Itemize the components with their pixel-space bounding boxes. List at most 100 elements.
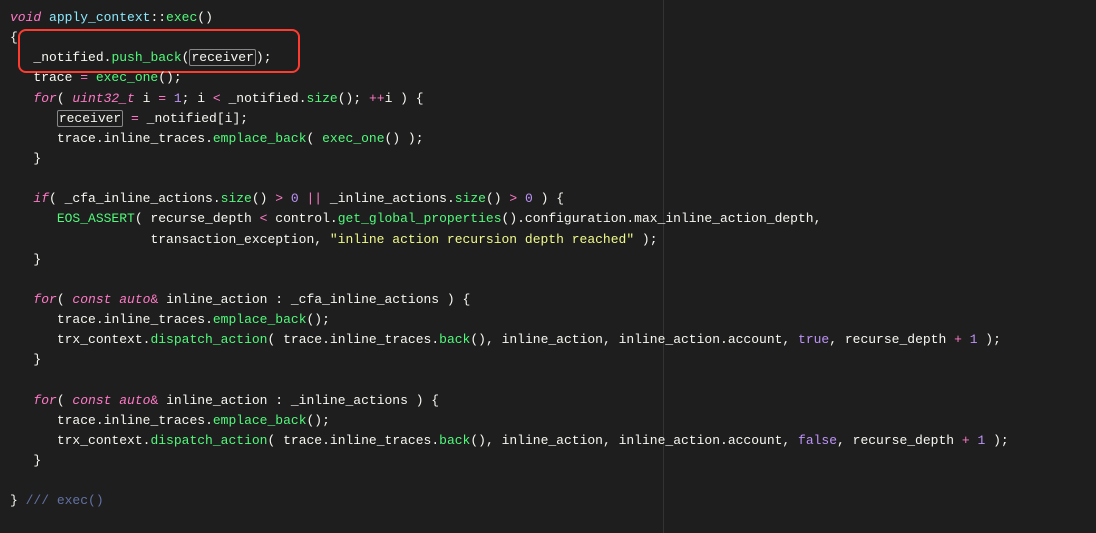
code-token bbox=[10, 292, 33, 307]
code-token: > bbox=[275, 191, 291, 206]
code-token: + bbox=[962, 433, 978, 448]
code-token: inline_action : _inline_actions ) { bbox=[166, 393, 439, 408]
code-token: EOS_ASSERT bbox=[57, 211, 135, 226]
code-token: max_inline_action_depth bbox=[634, 211, 813, 226]
code-token: true bbox=[798, 332, 829, 347]
code-token: . bbox=[330, 211, 338, 226]
code-token: (). bbox=[502, 211, 525, 226]
code-token: receiver bbox=[189, 49, 255, 66]
code-token: (), inline_action, inline_action bbox=[470, 433, 720, 448]
code-token: const bbox=[72, 292, 119, 307]
code-line[interactable]: trace.inline_traces.emplace_back(); bbox=[10, 411, 1086, 431]
code-token: trace bbox=[57, 413, 96, 428]
code-token: ( recurse_depth bbox=[135, 211, 260, 226]
code-token: for bbox=[33, 393, 56, 408]
code-token: ( trace bbox=[267, 332, 322, 347]
code-token: . bbox=[431, 433, 439, 448]
code-token: (); bbox=[338, 91, 369, 106]
code-token: || bbox=[299, 191, 330, 206]
code-line[interactable]: transaction_exception, "inline action re… bbox=[10, 230, 1086, 250]
code-token: () ); bbox=[385, 131, 424, 146]
code-token: , bbox=[814, 211, 822, 226]
code-token: } bbox=[10, 151, 41, 166]
code-token: & bbox=[150, 292, 166, 307]
code-line[interactable]: _notified.push_back(receiver); bbox=[10, 48, 1086, 68]
code-token: account bbox=[728, 433, 783, 448]
code-token bbox=[10, 50, 33, 65]
code-token: push_back bbox=[111, 50, 181, 65]
code-line[interactable]: for( uint32_t i = 1; i < _notified.size(… bbox=[10, 89, 1086, 109]
code-line[interactable]: } /// exec() bbox=[10, 491, 1086, 511]
code-token: account bbox=[728, 332, 783, 347]
code-token: = bbox=[123, 111, 146, 126]
code-token bbox=[10, 111, 57, 126]
code-token: _notified bbox=[229, 91, 299, 106]
code-token bbox=[10, 232, 150, 247]
code-token: exec_one bbox=[322, 131, 384, 146]
code-token: () bbox=[252, 191, 275, 206]
code-line[interactable] bbox=[10, 270, 1086, 290]
code-token: /// exec() bbox=[26, 493, 104, 508]
code-line[interactable] bbox=[10, 169, 1086, 189]
code-token: i ) { bbox=[385, 91, 424, 106]
code-line[interactable]: } bbox=[10, 149, 1086, 169]
code-line[interactable]: EOS_ASSERT( recurse_depth < control.get_… bbox=[10, 209, 1086, 229]
code-token: ( bbox=[307, 131, 323, 146]
code-token: , bbox=[782, 332, 798, 347]
code-token: inline_action : _cfa_inline_actions ) { bbox=[166, 292, 470, 307]
code-line[interactable]: } bbox=[10, 451, 1086, 471]
code-token: . bbox=[447, 191, 455, 206]
code-line[interactable]: } bbox=[10, 350, 1086, 370]
code-line[interactable]: trx_context.dispatch_action( trace.inlin… bbox=[10, 431, 1086, 451]
code-token: trace bbox=[57, 131, 96, 146]
code-token: _notified bbox=[33, 50, 103, 65]
code-token: _inline_actions bbox=[330, 191, 447, 206]
code-line[interactable]: for( const auto& inline_action : _cfa_in… bbox=[10, 290, 1086, 310]
code-token: () bbox=[486, 191, 509, 206]
code-token: 1 bbox=[174, 91, 182, 106]
code-token: ; i bbox=[182, 91, 213, 106]
code-token: trace bbox=[33, 70, 72, 85]
code-token: { bbox=[10, 30, 18, 45]
code-editor-content[interactable]: void apply_context::exec(){ _notified.pu… bbox=[0, 0, 1096, 520]
code-line[interactable]: } bbox=[10, 250, 1086, 270]
code-line[interactable]: trace = exec_one(); bbox=[10, 68, 1086, 88]
code-token: , recurse_depth bbox=[829, 332, 954, 347]
code-token: [i]; bbox=[217, 111, 248, 126]
code-line[interactable]: for( const auto& inline_action : _inline… bbox=[10, 391, 1086, 411]
code-line[interactable]: receiver = _notified[i]; bbox=[10, 109, 1086, 129]
code-token: 0 bbox=[291, 191, 299, 206]
code-token: , bbox=[782, 433, 798, 448]
code-token: ); bbox=[978, 332, 1001, 347]
code-line[interactable]: void apply_context::exec() bbox=[10, 8, 1086, 28]
code-line[interactable]: { bbox=[10, 28, 1086, 48]
code-token: . bbox=[322, 433, 330, 448]
code-token: inline_traces bbox=[330, 332, 431, 347]
code-token: configuration bbox=[525, 211, 626, 226]
code-token: . bbox=[213, 191, 221, 206]
code-token bbox=[10, 211, 57, 226]
code-token: uint32_t bbox=[72, 91, 134, 106]
code-token: auto bbox=[119, 292, 150, 307]
code-token bbox=[10, 332, 57, 347]
code-token: size bbox=[455, 191, 486, 206]
code-token: . bbox=[96, 312, 104, 327]
code-line[interactable] bbox=[10, 471, 1086, 491]
code-token: transaction_exception bbox=[150, 232, 314, 247]
code-line[interactable]: trace.inline_traces.emplace_back( exec_o… bbox=[10, 129, 1086, 149]
code-token: = bbox=[72, 70, 95, 85]
code-line[interactable]: if( _cfa_inline_actions.size() > 0 || _i… bbox=[10, 189, 1086, 209]
code-token: > bbox=[509, 191, 525, 206]
code-line[interactable]: trace.inline_traces.emplace_back(); bbox=[10, 310, 1086, 330]
code-line[interactable] bbox=[10, 371, 1086, 391]
code-token: ); bbox=[634, 232, 657, 247]
code-token: , recurse_depth bbox=[837, 433, 962, 448]
code-line[interactable]: trx_context.dispatch_action( trace.inlin… bbox=[10, 330, 1086, 350]
code-token: void bbox=[10, 10, 49, 25]
code-token: () bbox=[197, 10, 213, 25]
code-token: , bbox=[314, 232, 330, 247]
code-token: if bbox=[33, 191, 49, 206]
code-token: (); bbox=[307, 312, 330, 327]
code-token: for bbox=[33, 91, 56, 106]
code-token: control bbox=[275, 211, 330, 226]
